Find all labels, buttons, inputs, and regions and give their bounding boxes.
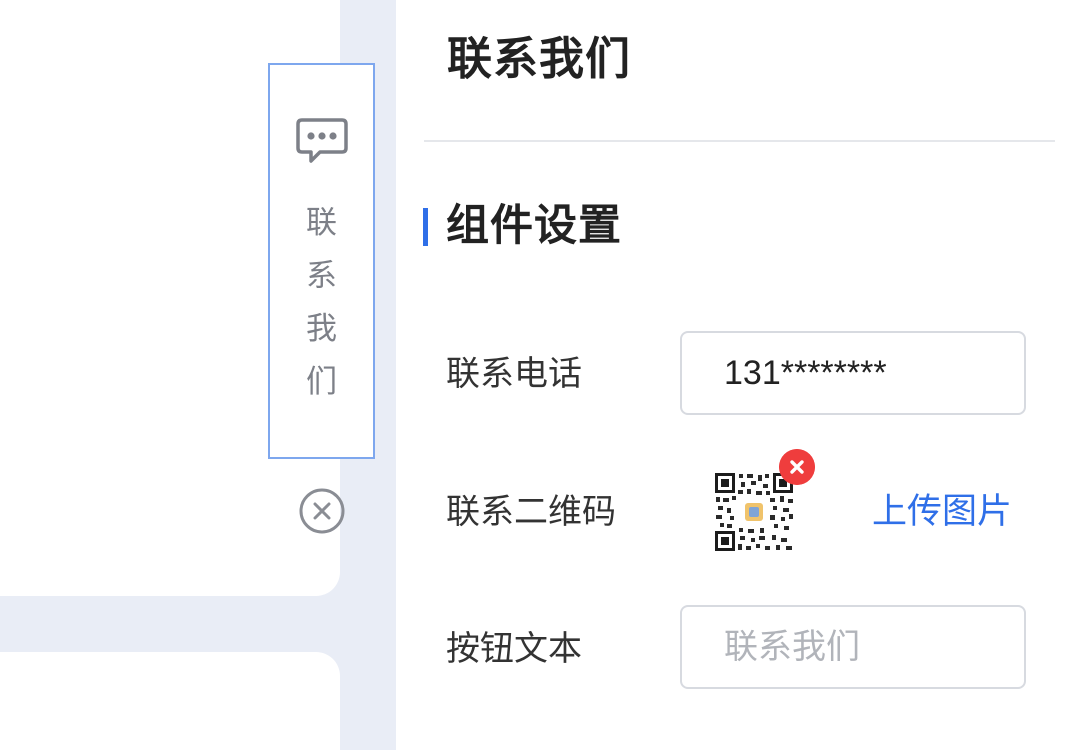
phone-input[interactable] xyxy=(680,331,1026,415)
widget-vertical-label: 联 系 我 们 xyxy=(270,197,373,409)
widget-label-char: 我 xyxy=(306,311,337,347)
close-circle-icon[interactable] xyxy=(298,487,346,535)
settings-panel: 联系我们 组件设置 联系电话 联系二维码 xyxy=(396,0,1080,750)
divider xyxy=(424,140,1055,142)
upload-image-link[interactable]: 上传图片 xyxy=(872,489,1012,535)
button-text-input[interactable] xyxy=(680,605,1026,689)
widget-label-char: 联 xyxy=(306,205,337,241)
widget-label-char: 系 xyxy=(306,258,337,294)
widget-label-char: 们 xyxy=(306,364,337,400)
section-accent-bar xyxy=(423,208,428,246)
section-title: 组件设置 xyxy=(446,201,622,251)
chat-bubble-icon xyxy=(296,118,348,163)
canvas-card xyxy=(0,652,340,750)
panel-title: 联系我们 xyxy=(447,32,632,85)
qrcode-label: 联系二维码 xyxy=(446,492,616,532)
contact-float-widget[interactable]: 联 系 我 们 xyxy=(268,63,375,459)
qrcode-image xyxy=(714,472,794,552)
button-text-label: 按钮文本 xyxy=(446,629,582,669)
editor-root: 联 系 我 们 联系我们 组件设置 联系电话 联系二维码 xyxy=(0,0,1080,750)
close-badge-icon[interactable] xyxy=(779,449,815,485)
phone-label: 联系电话 xyxy=(446,354,582,394)
